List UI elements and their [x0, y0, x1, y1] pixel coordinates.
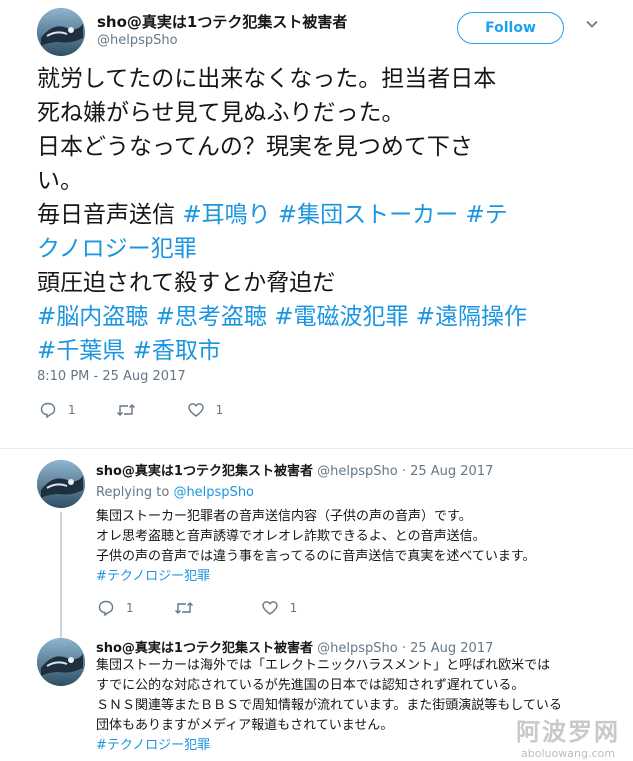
heart-icon [261, 601, 278, 615]
hashtag-link[interactable]: #脳内盗聴 [37, 304, 148, 330]
reply-author[interactable]: sho@真実は1つテク犯集スト被害者 @helpspSho · 25 Aug 2… [96, 637, 493, 656]
retweet-icon [174, 602, 193, 614]
reply-action[interactable]: 1 [40, 402, 76, 418]
tweet-text-line: 頭圧迫されて殺すとか脅迫だ [37, 266, 597, 300]
tweet-actions: 1 1 [40, 402, 263, 418]
tweet-text-line: 日本どうなってんの？現実を見つめて下さ [37, 130, 597, 164]
like-action[interactable]: 1 [187, 402, 224, 418]
reply-author[interactable]: sho@真実は1つテク犯集スト被害者 @helpspSho · 25 Aug 2… [96, 460, 493, 479]
divider [0, 448, 633, 449]
text-segment: 就労してたのに出来なくなった。担当者日本 [37, 66, 497, 92]
text-segment: い。 [37, 168, 83, 194]
text-segment: 日本どうなってんの？現実を見つめて下さ [37, 134, 473, 160]
reply-line: すでに公的な対応されているが先進国の日本では認知されず遅れている。 [96, 678, 525, 693]
thread-line [60, 630, 62, 638]
tweet-text-line: #千葉県 #香取市 [37, 334, 597, 368]
reply-line: 子供の声の音声では違う事を言ってるのに音声送信で真実を述べています。 [96, 549, 536, 564]
watermark-main: 阿波罗网 [516, 718, 620, 746]
reply-text: 集団ストーカー犯罪者の音声送信内容（子供の声の音声）です。 オレ思考盗聴と音声誘… [96, 507, 616, 587]
replying-handle-link[interactable]: @helpspSho [173, 485, 254, 500]
author-name[interactable]: sho@真実は1つテク犯集スト被害者 [97, 11, 347, 32]
hashtag-link[interactable]: クノロジー犯罪 [37, 236, 197, 262]
reply-icon [40, 402, 56, 418]
hashtag-link[interactable]: #テクノロジー犯罪 [96, 567, 616, 587]
thread-line [60, 512, 62, 630]
text-segment [271, 202, 278, 228]
like-action[interactable]: 1 [261, 600, 298, 616]
reply-meta: @helpspSho · 25 Aug 2017 [312, 464, 494, 479]
tweet-text-line: 毎日音声送信 #耳鳴り #集団ストーカー #テ [37, 198, 597, 232]
text-segment [408, 304, 415, 330]
text-segment: 毎日音声送信 [37, 202, 183, 228]
replying-to: Replying to @helpspSho [96, 485, 254, 500]
watermark: 阿波罗网 aboluowang.com [509, 712, 627, 760]
watermark-sub: aboluowang.com [521, 747, 615, 760]
main-tweet: sho@真実は1つテク犯集スト被害者 @helpspSho Follow 就労し… [0, 0, 633, 440]
hashtag-link[interactable]: #香取市 [133, 338, 221, 364]
reply-count: 1 [126, 601, 134, 615]
avatar[interactable] [37, 8, 85, 56]
tweet-text: 就労してたのに出来なくなった。担当者日本 死ね嫌がらせ見て見ぬふりだった。日本どう… [37, 62, 597, 368]
tweet-text-line: クノロジー犯罪 [37, 232, 597, 266]
hashtag-link[interactable]: #耳鳴り [182, 202, 270, 228]
reply-line: 集団ストーカーは海外では「エレクトニックハラスメント」と呼ばれ欧米では [96, 658, 551, 673]
reply-count: 1 [68, 403, 76, 417]
hashtag-link[interactable]: #電磁波犯罪 [274, 304, 408, 330]
text-segment [125, 338, 132, 364]
avatar[interactable] [37, 460, 85, 508]
heart-icon [187, 403, 204, 417]
text-segment [148, 304, 155, 330]
avatar[interactable] [37, 638, 85, 686]
hashtag-link[interactable]: #千葉県 [37, 338, 125, 364]
follow-button[interactable]: Follow [457, 12, 564, 44]
reply-author-name[interactable]: sho@真実は1つテク犯集スト被害者 [96, 641, 313, 656]
reply-actions: 1 1 [98, 600, 337, 616]
like-count: 1 [289, 601, 298, 615]
hashtag-link[interactable]: #思考盗聴 [156, 304, 267, 330]
hashtag-link[interactable]: #集団ストーカー [278, 202, 458, 228]
reply-author-name[interactable]: sho@真実は1つテク犯集スト被害者 [96, 464, 313, 479]
replying-prefix: Replying to [96, 485, 174, 500]
hashtag-link[interactable]: #テ [466, 202, 508, 228]
tweet-text-line: い。 [37, 164, 597, 198]
tweet-timestamp[interactable]: 8:10 PM - 25 Aug 2017 [37, 369, 186, 384]
tweet-text-line: #脳内盗聴 #思考盗聴 #電磁波犯罪 #遠隔操作 [37, 300, 597, 334]
like-count: 1 [215, 403, 224, 417]
hashtag-link[interactable]: #遠隔操作 [416, 304, 527, 330]
reply-line: オレ思考盗聴と音声誘導でオレオレ詐欺できるよ、との音声送信。 [96, 529, 486, 544]
retweet-icon [116, 404, 135, 416]
text-segment: 死ね嫌がらせ見て見ぬふりだった。 [37, 100, 405, 126]
tweet-text-line: 死ね嫌がらせ見て見ぬふりだった。 [37, 96, 597, 130]
reply-action[interactable]: 1 [98, 600, 134, 616]
reply-meta: @helpspSho · 25 Aug 2017 [312, 641, 494, 656]
tweet-text-line: 就労してたのに出来なくなった。担当者日本 [37, 62, 597, 96]
chevron-down-icon[interactable] [586, 18, 598, 30]
retweet-action[interactable] [116, 402, 148, 418]
retweet-action[interactable] [174, 600, 206, 616]
reply-icon [98, 600, 114, 616]
reply-line: 集団ストーカー犯罪者の音声送信内容（子供の声の音声）です。 [96, 509, 472, 524]
text-segment [458, 202, 465, 228]
text-segment: 頭圧迫されて殺すとか脅迫だ [37, 270, 336, 296]
author-handle[interactable]: @helpspSho [97, 33, 178, 48]
